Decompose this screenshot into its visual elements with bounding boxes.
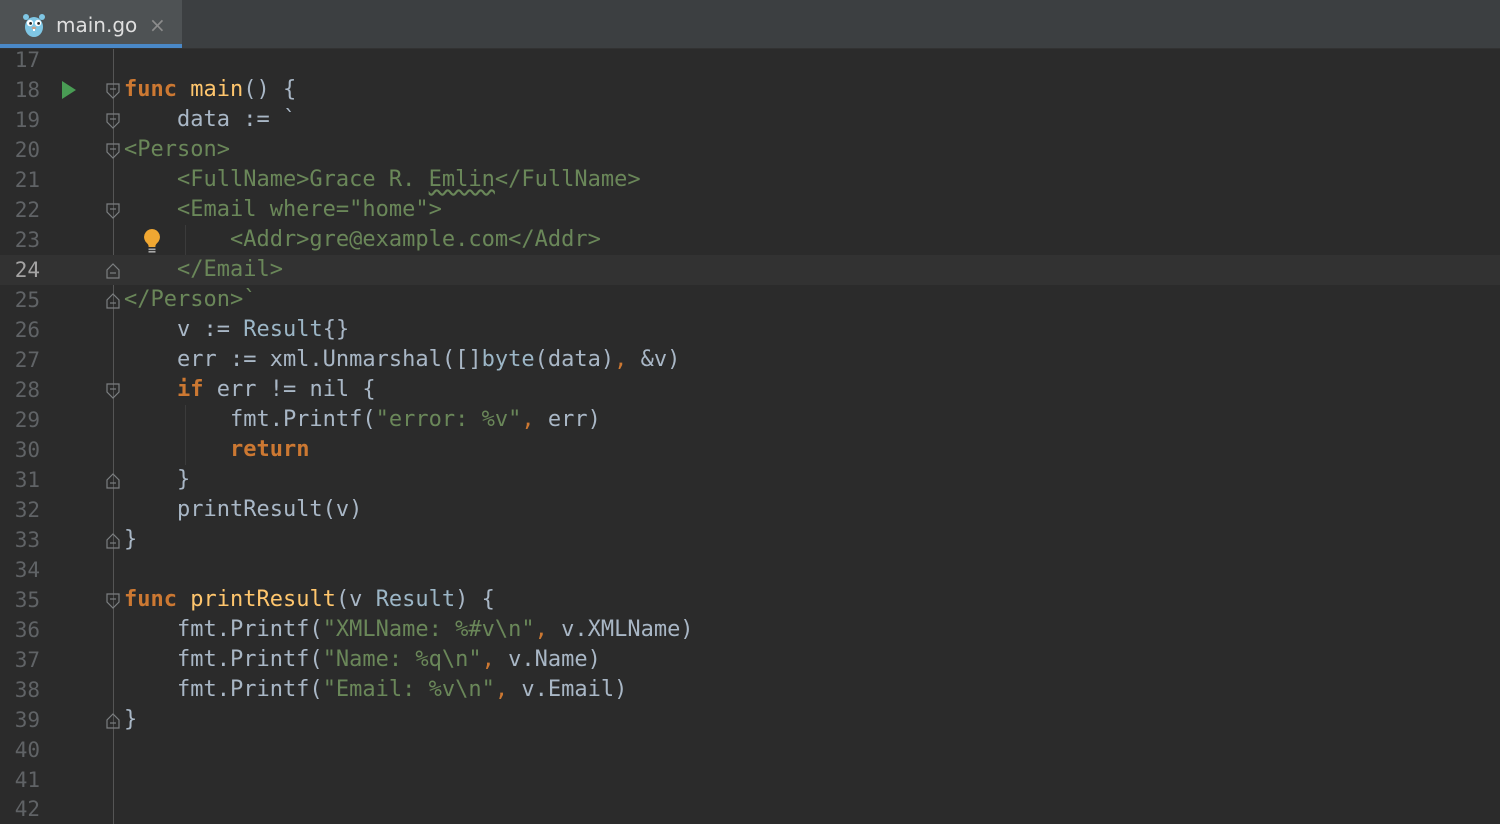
- code-line[interactable]: 18 func main() {: [0, 75, 1500, 105]
- code-line[interactable]: 19 data := `: [0, 105, 1500, 135]
- code-text: fmt.Printf("XMLName: %#v\n", v.XMLName): [124, 617, 694, 642]
- close-icon[interactable]: ×: [149, 12, 166, 38]
- code-line[interactable]: 41: [0, 765, 1500, 795]
- fold-close-icon[interactable]: [106, 473, 120, 489]
- line-number: 20: [14, 138, 40, 162]
- line-number: 34: [14, 558, 40, 582]
- code-line[interactable]: 23 <Addr>gre@example.com</Addr>: [0, 225, 1500, 255]
- typo-warning: Emlin: [428, 167, 495, 192]
- code-line[interactable]: 34: [0, 555, 1500, 585]
- code-text: v := Result{}: [124, 317, 350, 342]
- code-text: func main() {: [124, 77, 297, 102]
- code-text: if err != nil {: [176, 377, 376, 402]
- line-number: 29: [14, 408, 40, 432]
- fold-open-icon[interactable]: [106, 383, 120, 399]
- code-line[interactable]: 29 fmt.Printf("error: %v", err): [0, 405, 1500, 435]
- code-text: <Addr>gre@example.com</Addr>: [124, 227, 601, 252]
- line-number: 39: [14, 708, 40, 732]
- line-number: 25: [14, 288, 40, 312]
- code-text: </Email>: [124, 257, 283, 282]
- fold-close-icon[interactable]: [106, 263, 120, 279]
- line-number: 33: [14, 528, 40, 552]
- code-line[interactable]: 31 }: [0, 465, 1500, 495]
- code-line[interactable]: 35 func printResult(v Result) {: [0, 585, 1500, 615]
- code-text: }: [124, 707, 138, 732]
- code-text: <Person>: [124, 137, 230, 162]
- line-number: 26: [14, 318, 40, 342]
- code-text: func printResult(v Result) {: [124, 587, 495, 612]
- code-text: data := `: [124, 107, 297, 132]
- code-line[interactable]: 27 err := xml.Unmarshal([]byte(data), &v…: [0, 345, 1500, 375]
- fold-open-icon[interactable]: [106, 593, 120, 609]
- code-line[interactable]: 39 }: [0, 705, 1500, 735]
- line-number: 41: [14, 768, 40, 792]
- code-text: printResult(v): [124, 497, 363, 522]
- code-line[interactable]: 22 <Email where="home">: [0, 195, 1500, 225]
- code-text: fmt.Printf("Email: %v\n", v.Email): [124, 677, 628, 702]
- code-text: </Person>`: [124, 287, 257, 312]
- line-number: 42: [14, 797, 40, 821]
- line-number: 40: [14, 738, 40, 762]
- fold-open-icon[interactable]: [106, 83, 120, 99]
- line-number: 18: [14, 78, 40, 102]
- fold-open-icon[interactable]: [106, 113, 120, 129]
- line-number: 30: [14, 438, 40, 462]
- code-line[interactable]: 17: [0, 45, 1500, 75]
- editor-tab-bar: main.go ×: [0, 0, 1500, 49]
- code-text: err := xml.Unmarshal([]byte(data), &v): [124, 347, 681, 372]
- fold-open-icon[interactable]: [106, 143, 120, 159]
- fold-close-icon[interactable]: [106, 713, 120, 729]
- code-line[interactable]: 21 <FullName>Grace R. Emlin</FullName>: [0, 165, 1500, 195]
- code-text: fmt.Printf("Name: %q\n", v.Name): [124, 647, 601, 672]
- fold-close-icon[interactable]: [106, 293, 120, 309]
- line-number: 22: [14, 198, 40, 222]
- code-line[interactable]: 37 fmt.Printf("Name: %q\n", v.Name): [0, 645, 1500, 675]
- line-number: 24: [14, 258, 40, 282]
- line-number: 36: [14, 618, 40, 642]
- line-number: 17: [14, 48, 40, 72]
- line-number: 31: [14, 468, 40, 492]
- code-line[interactable]: 42: [0, 794, 1500, 824]
- line-number: 23: [14, 228, 40, 252]
- fold-open-icon[interactable]: [106, 203, 120, 219]
- code-line[interactable]: 33 }: [0, 525, 1500, 555]
- code-line[interactable]: 28 if err != nil {: [0, 375, 1500, 405]
- code-text: return: [229, 437, 310, 462]
- run-icon[interactable]: [62, 81, 76, 99]
- code-text: <Email where="home">: [124, 197, 442, 222]
- code-line[interactable]: 20 <Person>: [0, 135, 1500, 165]
- code-text: fmt.Printf("error: %v", err): [124, 407, 601, 432]
- code-line[interactable]: 30 return: [0, 435, 1500, 465]
- code-line[interactable]: 38 fmt.Printf("Email: %v\n", v.Email): [0, 675, 1500, 705]
- line-number: 28: [14, 378, 40, 402]
- code-line-current[interactable]: 24 </Email>: [0, 255, 1500, 285]
- code-line[interactable]: 25 </Person>`: [0, 285, 1500, 315]
- tab-label: main.go: [56, 13, 138, 37]
- code-line[interactable]: 40: [0, 735, 1500, 765]
- gopher-icon: [23, 14, 45, 37]
- code-text: }: [124, 527, 138, 552]
- line-number: 35: [14, 588, 40, 612]
- code-line[interactable]: 36 fmt.Printf("XMLName: %#v\n", v.XMLNam…: [0, 615, 1500, 645]
- code-text: }: [124, 467, 191, 492]
- line-number: 38: [14, 678, 40, 702]
- code-line[interactable]: 32 printResult(v): [0, 495, 1500, 525]
- fold-close-icon[interactable]: [106, 533, 120, 549]
- tab-main-go[interactable]: main.go ×: [0, 0, 182, 48]
- line-number: 21: [14, 168, 40, 192]
- line-number: 37: [14, 648, 40, 672]
- code-line[interactable]: 26 v := Result{}: [0, 315, 1500, 345]
- code-text: <FullName>Grace R. Emlin</FullName>: [124, 167, 641, 192]
- line-number: 27: [14, 348, 40, 372]
- line-number: 32: [14, 498, 40, 522]
- line-number: 19: [14, 108, 40, 132]
